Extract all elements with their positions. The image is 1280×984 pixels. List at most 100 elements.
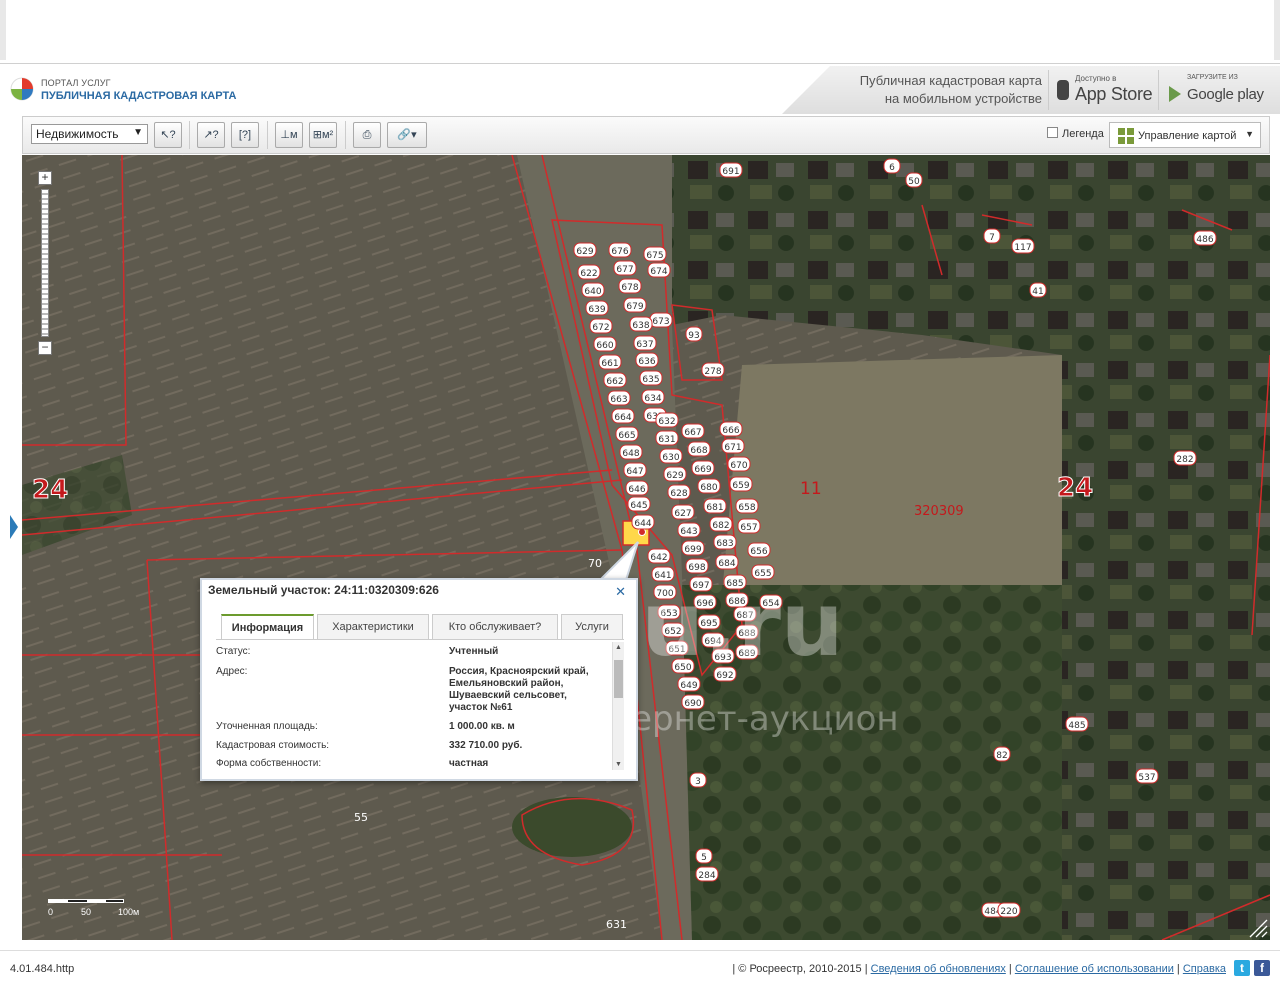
parcel-label[interactable]: 699 xyxy=(681,540,705,556)
parcel-label[interactable]: 93 xyxy=(685,326,703,342)
parcel-label[interactable]: 622 xyxy=(577,264,601,280)
parcel-label[interactable]: 678 xyxy=(618,278,642,294)
parcel-label[interactable]: 631 xyxy=(655,430,679,446)
parcel-label[interactable]: 680 xyxy=(697,478,721,494)
parcel-label[interactable]: 670 xyxy=(727,456,751,472)
parcel-label[interactable]: 666 xyxy=(719,421,743,437)
print-button[interactable]: ⎙ xyxy=(353,122,381,148)
map-control-dropdown[interactable]: Управление картой ▼ xyxy=(1109,122,1261,148)
parcel-label[interactable]: 663 xyxy=(607,390,631,406)
parcel-label[interactable]: 658 xyxy=(735,498,759,514)
measure-area-button[interactable]: ⊞м² xyxy=(309,122,337,148)
parcel-label[interactable]: 698 xyxy=(685,558,709,574)
parcel-label[interactable]: 7 xyxy=(983,228,1001,244)
parcel-label[interactable]: 82 xyxy=(993,746,1011,762)
twitter-icon[interactable]: t xyxy=(1234,960,1250,976)
link-button[interactable]: 🔗▾ xyxy=(387,122,427,148)
parcel-label[interactable]: 648 xyxy=(619,444,643,460)
agreement-link[interactable]: Соглашение об использовании xyxy=(1015,963,1174,975)
parcel-label[interactable]: 485 xyxy=(1065,716,1089,732)
parcel-label[interactable]: 41 xyxy=(1029,282,1047,298)
search-help-button[interactable]: [?] xyxy=(231,122,259,148)
help-link[interactable]: Справка xyxy=(1183,963,1226,975)
parcel-label[interactable]: 676 xyxy=(608,242,632,258)
tab-services[interactable]: Услуги xyxy=(561,614,623,640)
parcel-label[interactable]: 628 xyxy=(667,484,691,500)
googleplay-button[interactable]: ЗАГРУЗИТЕ ИЗ Google play xyxy=(1158,70,1276,110)
logo-title[interactable]: ПУБЛИЧНАЯ КАДАСТРОВАЯ КАРТА xyxy=(41,90,236,102)
portal-logo-icon[interactable] xyxy=(10,72,34,106)
parcel-label[interactable]: 637 xyxy=(633,335,657,351)
parcel-label[interactable]: 629 xyxy=(573,242,597,258)
parcel-label[interactable]: 671 xyxy=(721,438,745,454)
parcel-label[interactable]: 679 xyxy=(623,297,647,313)
parcel-label[interactable]: 674 xyxy=(647,262,671,278)
zoom-slider[interactable] xyxy=(41,189,49,337)
parcel-label[interactable]: 640 xyxy=(581,282,605,298)
parcel-label[interactable]: 664 xyxy=(611,408,635,424)
parcel-label[interactable]: 677 xyxy=(613,260,637,276)
parcel-label[interactable]: 665 xyxy=(615,426,639,442)
parcel-label[interactable]: 657 xyxy=(737,518,761,534)
parcel-label[interactable]: 675 xyxy=(643,246,667,262)
parcel-label[interactable]: 660 xyxy=(593,336,617,352)
legend-toggle[interactable]: Легенда xyxy=(1047,127,1104,140)
parcel-label[interactable]: 117 xyxy=(1011,238,1035,254)
parcel-label[interactable]: 662 xyxy=(603,372,627,388)
parcel-label[interactable]: 282 xyxy=(1173,450,1197,466)
parcel-label[interactable]: 3 xyxy=(689,772,707,788)
close-icon[interactable]: ✕ xyxy=(615,584,626,600)
parcel-label[interactable]: 5 xyxy=(695,848,713,864)
popup-scrollbar[interactable]: ▲ ▼ xyxy=(612,642,624,770)
parcel-label[interactable]: 50 xyxy=(905,172,923,188)
side-panel-toggle[interactable] xyxy=(10,515,18,539)
parcel-label[interactable]: 682 xyxy=(709,516,733,532)
parcel-label[interactable]: 630 xyxy=(659,448,683,464)
parcel-label[interactable]: 486 xyxy=(1193,230,1217,246)
legend-checkbox[interactable] xyxy=(1047,127,1058,138)
scroll-up-icon[interactable]: ▲ xyxy=(615,644,622,651)
parcel-label[interactable]: 6 xyxy=(883,158,901,174)
parcel-label[interactable]: 634 xyxy=(641,389,665,405)
parcel-label[interactable]: 627 xyxy=(671,504,695,520)
scroll-thumb[interactable] xyxy=(614,660,623,698)
identify-tool-button[interactable]: ↖? xyxy=(154,122,182,148)
parcel-label[interactable]: 644 xyxy=(631,514,655,530)
parcel-label[interactable]: 638 xyxy=(629,316,653,332)
parcel-label[interactable]: 278 xyxy=(701,362,725,378)
parcel-label[interactable]: 537 xyxy=(1135,768,1159,784)
parcel-label[interactable]: 672 xyxy=(589,318,613,334)
zoom-control[interactable]: + − xyxy=(38,171,52,355)
appstore-button[interactable]: Доступно в App Store xyxy=(1048,70,1158,110)
parcel-label[interactable]: 642 xyxy=(647,548,671,564)
route-identify-button[interactable]: ↗? xyxy=(197,122,225,148)
parcel-label[interactable]: 632 xyxy=(655,412,679,428)
parcel-label[interactable]: 647 xyxy=(623,462,647,478)
parcel-label[interactable]: 673 xyxy=(649,312,673,328)
parcel-label[interactable]: 639 xyxy=(585,300,609,316)
parcel-label[interactable]: 220 xyxy=(997,902,1021,918)
parcel-label[interactable]: 691 xyxy=(719,162,743,178)
parcel-label[interactable]: 649 xyxy=(677,676,701,692)
parcel-label[interactable]: 635 xyxy=(639,370,663,386)
parcel-label[interactable]: 284 xyxy=(695,866,719,882)
object-type-select[interactable]: Недвижимость ▼ xyxy=(31,124,148,144)
zoom-out-button[interactable]: − xyxy=(38,341,52,355)
parcel-label[interactable]: 684 xyxy=(715,554,739,570)
parcel-label[interactable]: 668 xyxy=(687,441,711,457)
parcel-label[interactable]: 667 xyxy=(681,423,705,439)
parcel-label[interactable]: 629 xyxy=(663,466,687,482)
parcel-label[interactable]: 656 xyxy=(747,542,771,558)
parcel-label[interactable]: 661 xyxy=(598,354,622,370)
tab-characteristics[interactable]: Характеристики xyxy=(317,614,429,640)
parcel-label[interactable]: 643 xyxy=(677,522,701,538)
parcel-label[interactable]: 669 xyxy=(691,460,715,476)
parcel-label[interactable]: 683 xyxy=(713,534,737,550)
measure-length-button[interactable]: ⊥м xyxy=(275,122,303,148)
parcel-label[interactable]: 646 xyxy=(625,480,649,496)
parcel-label[interactable]: 681 xyxy=(703,498,727,514)
parcel-label[interactable]: 659 xyxy=(729,476,753,492)
tab-who-serves[interactable]: Кто обслуживает? xyxy=(432,614,558,640)
updates-link[interactable]: Сведения об обновлениях xyxy=(871,963,1006,975)
tab-info[interactable]: Информация xyxy=(221,614,314,640)
